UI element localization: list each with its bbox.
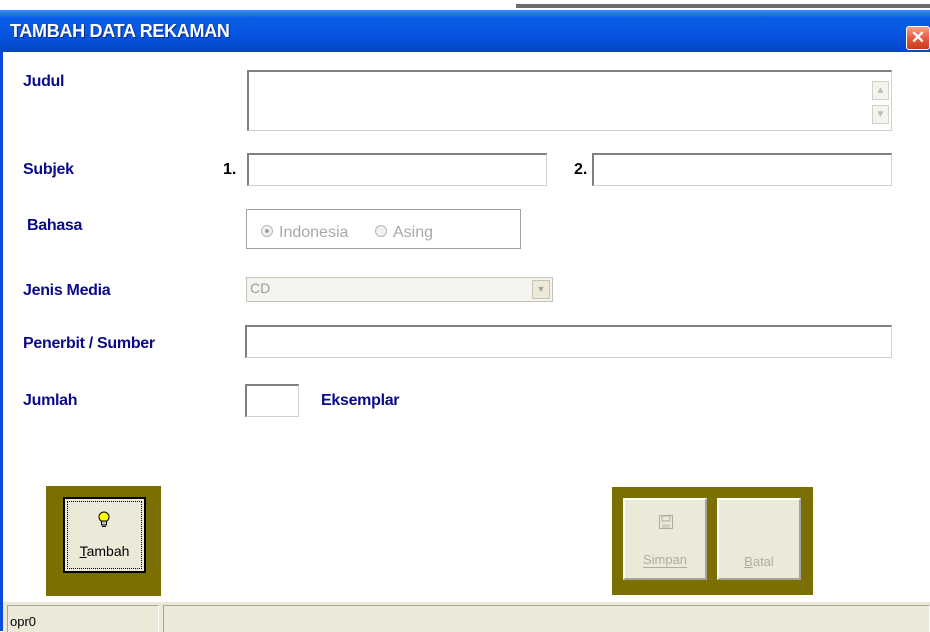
jenis-media-select[interactable]: CD ▼ <box>246 277 553 302</box>
background-bar <box>516 4 930 8</box>
scroll-down-icon[interactable]: ▼ <box>872 105 889 124</box>
subjek-1-input[interactable] <box>247 153 547 186</box>
batal-button[interactable]: Batal <box>717 498 801 580</box>
background-strip <box>0 0 930 10</box>
batal-button-label: Batal <box>744 554 774 569</box>
radio-asing[interactable] <box>375 225 387 237</box>
close-button[interactable]: ✕ <box>906 26 930 50</box>
title-bar[interactable]: TAMBAH DATA REKAMAN ✕ <box>0 10 930 52</box>
penerbit-input[interactable] <box>245 325 892 358</box>
status-panel-user: opr0 <box>7 605 159 632</box>
status-panel-info <box>163 605 930 632</box>
jumlah-input[interactable] <box>245 384 299 417</box>
subjek-label: Subjek <box>23 161 74 178</box>
jenis-media-label: Jenis Media <box>23 282 111 299</box>
status-bar: opr0 <box>3 601 930 632</box>
floppy-disk-icon <box>659 515 673 529</box>
judul-label: Judul <box>23 73 65 90</box>
jenis-media-value: CD <box>250 280 271 296</box>
simpan-button-label: Simpan <box>642 552 688 567</box>
subjek-1-number: 1. <box>223 161 237 178</box>
chevron-down-icon[interactable]: ▼ <box>532 280 550 299</box>
window-title: TAMBAH DATA REKAMAN <box>10 21 230 41</box>
radio-indonesia[interactable] <box>261 225 273 237</box>
close-icon: ✕ <box>910 28 926 47</box>
simpan-button[interactable]: Simpan <box>623 498 707 580</box>
radio-indonesia-label[interactable]: Indonesia <box>279 224 348 242</box>
subjek-2-input[interactable] <box>592 153 892 186</box>
lightbulb-icon <box>98 511 110 527</box>
bahasa-label: Bahasa <box>27 217 83 234</box>
radio-asing-label[interactable]: Asing <box>393 224 433 242</box>
scroll-up-icon[interactable]: ▲ <box>872 81 889 100</box>
judul-textarea[interactable]: ▲ ▼ <box>247 70 892 131</box>
subjek-2-number: 2. <box>574 161 588 178</box>
eksemplar-label: Eksemplar <box>321 392 400 409</box>
tambah-button-label: Tambah <box>79 543 130 559</box>
penerbit-label: Penerbit / Sumber <box>23 335 155 352</box>
tambah-button[interactable]: Tambah <box>63 497 146 573</box>
jumlah-label: Jumlah <box>23 392 78 409</box>
status-user-text: opr0 <box>10 614 37 629</box>
form-area: Judul ▲ ▼ Subjek 1. 2. Bahasa Indonesia … <box>3 52 930 601</box>
bahasa-radio-group: Indonesia Asing <box>246 209 521 249</box>
